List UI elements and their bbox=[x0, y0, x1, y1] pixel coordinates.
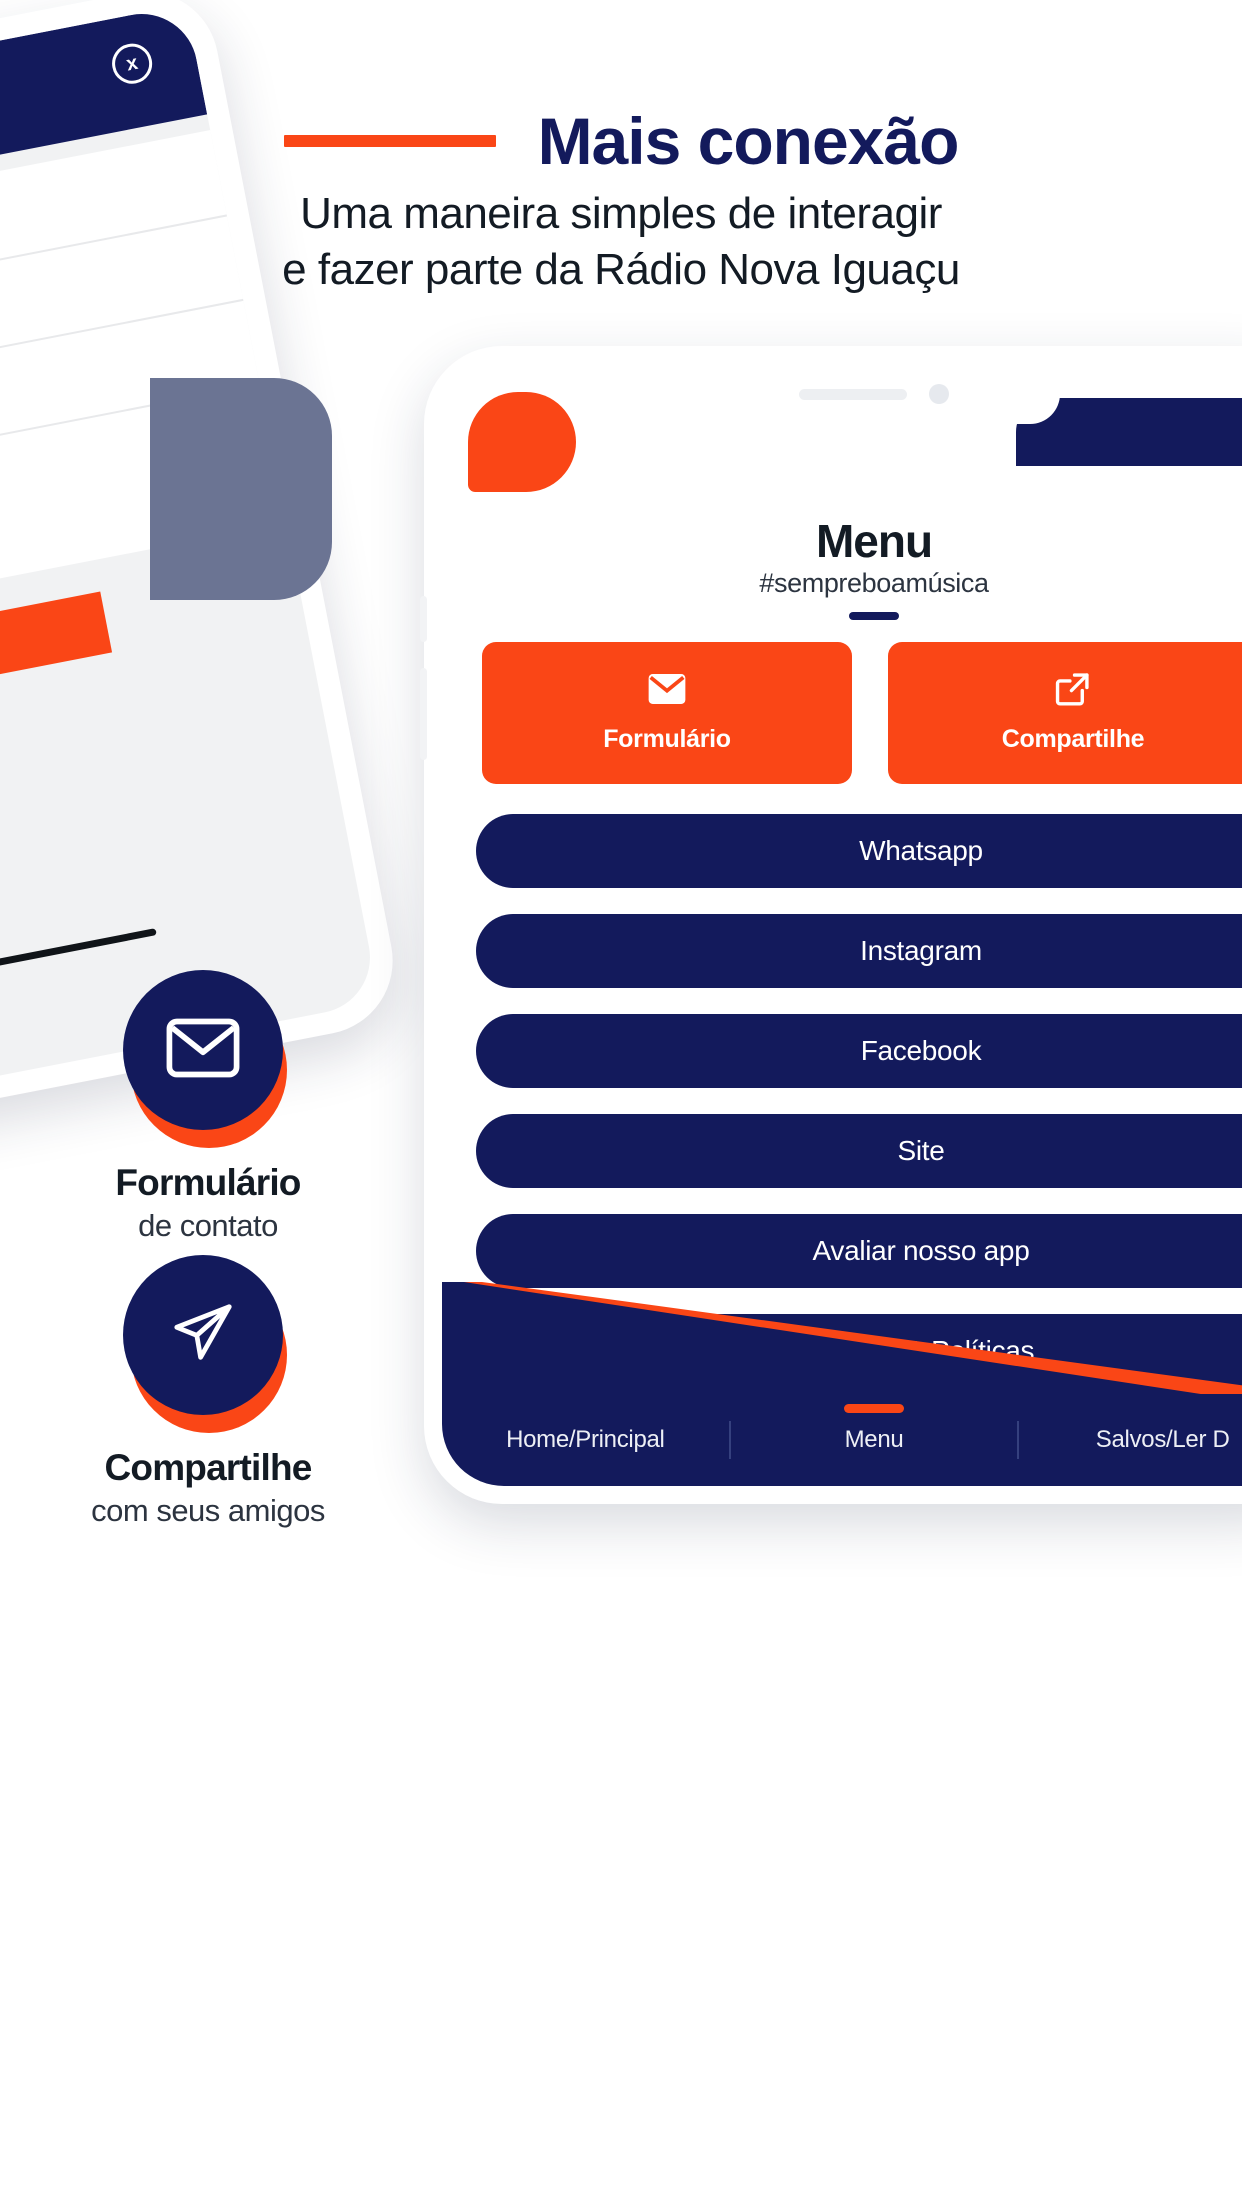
phone-volume-up-button[interactable] bbox=[420, 596, 427, 642]
nav-label: Menu bbox=[844, 1426, 904, 1453]
nav-item-menu[interactable]: Menu bbox=[731, 1404, 1018, 1454]
link-label: Avaliar nosso app bbox=[812, 1235, 1030, 1266]
nav-label: Home/Principal bbox=[506, 1426, 665, 1453]
nav-active-indicator bbox=[844, 1404, 904, 1413]
tile-compartilhe[interactable]: Compartilhe bbox=[888, 642, 1242, 784]
link-label: Site bbox=[897, 1135, 945, 1166]
earpiece-speaker-icon bbox=[799, 388, 907, 400]
feature-title: Formulário bbox=[115, 1162, 301, 1203]
page-title: Mais conexão bbox=[537, 104, 960, 178]
feature-subtitle: com seus amigos bbox=[91, 1493, 325, 1528]
link-avaliar-app[interactable]: Avaliar nosso app bbox=[476, 1214, 1242, 1288]
link-site[interactable]: Site bbox=[476, 1114, 1242, 1188]
right-phone-screen: Menu #sempreboamúsica Formulário Compart… bbox=[442, 364, 1242, 1486]
screen-title: Menu bbox=[815, 515, 933, 567]
feature-formulario: Formulário de contato bbox=[38, 970, 378, 1244]
link-facebook[interactable]: Facebook bbox=[476, 1014, 1242, 1088]
action-tiles: Formulário Compartilhe bbox=[482, 642, 1242, 784]
link-label: Facebook bbox=[860, 1035, 982, 1066]
link-label: Instagram bbox=[860, 935, 982, 966]
envelope-icon bbox=[166, 1017, 240, 1084]
feature-compartilhe: Compartilhe com seus amigos bbox=[38, 1255, 378, 1529]
badge[interactable] bbox=[123, 1255, 293, 1433]
send-icon bbox=[166, 1302, 240, 1369]
screen-footer: Home/Principal Menu Salvos/Ler D bbox=[442, 1282, 1242, 1486]
feature-title: Compartilhe bbox=[104, 1447, 312, 1488]
nav-item-salvos[interactable]: Salvos/Ler D bbox=[1019, 1426, 1242, 1454]
link-whatsapp[interactable]: Whatsapp bbox=[476, 814, 1242, 888]
nav-item-home[interactable]: Home/Principal bbox=[442, 1426, 729, 1454]
badge[interactable] bbox=[123, 970, 293, 1148]
envelope-icon bbox=[646, 672, 688, 711]
orange-accent-blob bbox=[468, 392, 576, 492]
bottom-navigation-bar: Home/Principal Menu Salvos/Ler D bbox=[442, 1394, 1242, 1486]
screen-hashtag: #sempreboamúsica bbox=[759, 568, 989, 598]
front-camera-icon bbox=[929, 384, 949, 404]
link-instagram[interactable]: Instagram bbox=[476, 914, 1242, 988]
left-phone-orange-band bbox=[0, 591, 113, 737]
share-icon bbox=[1052, 672, 1094, 711]
gray-decorative-blob bbox=[150, 378, 332, 600]
badge-circle bbox=[123, 1255, 283, 1415]
feature-subtitle: de contato bbox=[138, 1208, 278, 1243]
phone-notch bbox=[688, 364, 1060, 424]
nav-label: Salvos/Ler D bbox=[1095, 1426, 1230, 1453]
link-label: Whatsapp bbox=[859, 835, 983, 866]
tile-formulario[interactable]: Formulário bbox=[482, 642, 852, 784]
badge-circle bbox=[123, 970, 283, 1130]
phone-volume-down-button[interactable] bbox=[420, 668, 427, 760]
right-phone-mockup: Menu #sempreboamúsica Formulário Compart… bbox=[420, 346, 1242, 1504]
title-underline bbox=[849, 612, 899, 620]
tile-label: Formulário bbox=[603, 725, 731, 753]
header-rule bbox=[283, 135, 496, 147]
tile-label: Compartilhe bbox=[1001, 725, 1145, 753]
